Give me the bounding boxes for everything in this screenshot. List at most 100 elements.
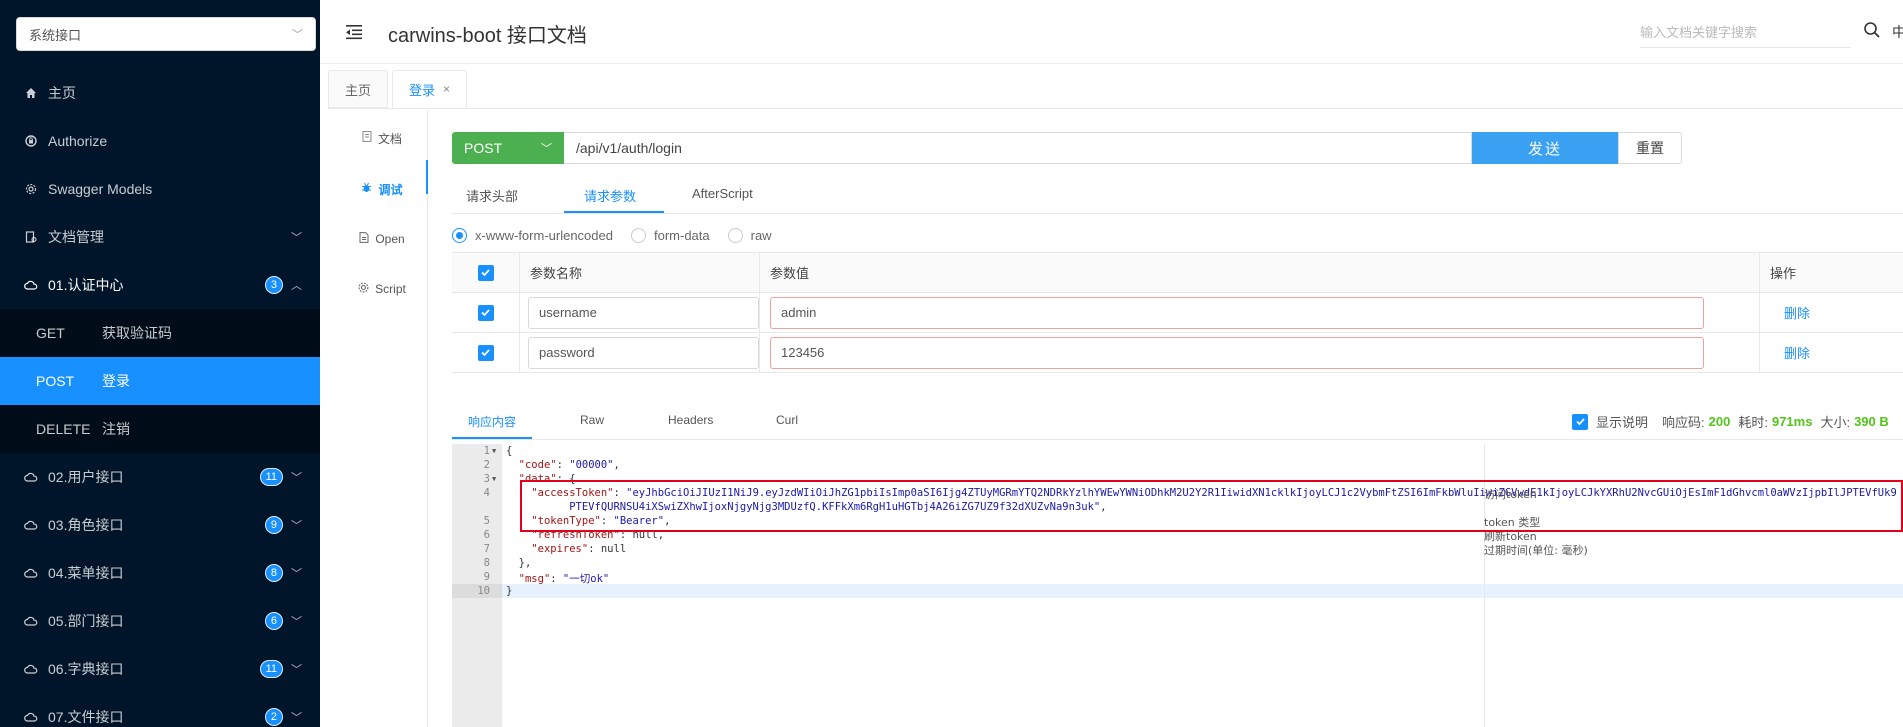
method-select[interactable]: POST ﹀ [452, 132, 564, 164]
sidebar-group-label: 03.角色接口 [48, 517, 124, 533]
sidebar-item-home[interactable]: 主页 [0, 69, 320, 117]
group-select[interactable]: 系统接口 ﹀ [16, 17, 316, 51]
file-icon [359, 232, 369, 246]
count-badge: 6 [264, 612, 283, 630]
vnav-active-indicator [426, 160, 428, 194]
row-checkbox[interactable] [477, 304, 494, 321]
param-value-input[interactable] [770, 336, 1704, 369]
doc-manage-icon [24, 230, 38, 244]
cloud-icon [24, 710, 38, 724]
menu-fold-icon[interactable] [344, 22, 364, 42]
radio-label: form-data [653, 227, 710, 243]
tab-response-curl[interactable]: Curl [776, 413, 798, 427]
vnav-label: Open [375, 232, 405, 246]
api-item-logout[interactable]: DELETE 注销 [0, 405, 320, 453]
sidebar-item-authorize[interactable]: Authorize [0, 117, 320, 165]
fold-toggle-icon[interactable]: ▼ [492, 475, 496, 483]
tab-home[interactable]: 主页 [328, 70, 389, 108]
close-icon[interactable]: × [443, 82, 450, 96]
radio-label: x-www-form-urlencoded [475, 227, 613, 243]
chevron-down-icon: ﹀ [291, 520, 302, 532]
api-method: DELETE [36, 421, 91, 437]
radio-urlencoded[interactable]: x-www-form-urlencoded [452, 227, 613, 243]
tab-request-headers[interactable]: 请求头部 [466, 186, 518, 205]
show-desc-checkbox[interactable] [1572, 413, 1588, 430]
count-badge: 8 [264, 564, 283, 582]
row-op-cell: 删除 [1760, 293, 1903, 332]
chevron-down-icon: ﹀ [291, 232, 302, 244]
delete-link[interactable]: 删除 [1784, 303, 1810, 322]
params-table: 参数名称 参数值 操作 删除 删除 [452, 252, 1903, 373]
count-badge: 11 [259, 468, 283, 486]
tab-login[interactable]: 登录 × [392, 70, 468, 108]
api-item-login[interactable]: POST 登录 [0, 357, 320, 405]
count-badge: 2 [264, 708, 283, 726]
radio-dot [452, 227, 467, 243]
reset-button[interactable]: 重置 [1618, 132, 1682, 164]
radio-raw[interactable]: raw [727, 227, 772, 243]
language-switch[interactable]: 中 [1892, 22, 1903, 42]
active-line-highlight [452, 584, 1903, 598]
code-text: }, [518, 557, 532, 569]
url-input[interactable] [564, 132, 1472, 164]
sidebar-submenu-wrapper: GET 获取验证码 POST 登录 DELETE 注销 [0, 309, 320, 453]
sidebar-group-depts[interactable]: 05.部门接口 6 ﹀ [0, 597, 320, 645]
response-tab-underline [452, 437, 532, 439]
radio-dot [630, 227, 646, 243]
search-icon[interactable] [1862, 20, 1882, 40]
tab-response-raw[interactable]: Raw [580, 413, 604, 427]
sidebar-item-label: Authorize [48, 133, 108, 149]
sidebar-item-label: Swagger Models [48, 181, 153, 197]
chevron-down-icon: ﹀ [291, 568, 302, 580]
radio-dot [727, 227, 743, 243]
fold-toggle-icon[interactable]: ▼ [492, 447, 496, 455]
vnav-label: Script [375, 282, 406, 296]
search-input[interactable] [1640, 18, 1850, 46]
send-button[interactable]: 发送 [1472, 132, 1618, 164]
sidebar-group-label: 01.认证中心 [48, 277, 124, 293]
sidebar-group-auth[interactable]: 01.认证中心 3 ︿ [0, 261, 320, 309]
params-header-row: 参数名称 参数值 操作 [452, 253, 1903, 293]
script-icon [358, 282, 369, 296]
method-value: POST [464, 140, 503, 156]
params-header-op: 操作 [1770, 266, 1797, 281]
code-text: { [506, 445, 513, 457]
line-number: 2 [483, 459, 490, 471]
tab-after-script[interactable]: AfterScript [692, 186, 753, 201]
sidebar-group-users[interactable]: 02.用户接口 11 ﹀ [0, 453, 320, 501]
sidebar-item-doc-manage[interactable]: 文档管理 ﹀ [0, 213, 320, 261]
row-value-cell [760, 293, 1760, 332]
sidebar-group-label: 02.用户接口 [48, 469, 124, 485]
sidebar-group-roles[interactable]: 03.角色接口 9 ﹀ [0, 501, 320, 549]
response-meta: 显示说明 响应码: 200 耗时: 971ms 大小: 390 B [1572, 412, 1897, 431]
vnav-item-script[interactable]: Script [336, 274, 428, 304]
sidebar-group-files[interactable]: 07.文件接口 2 ﹀ [0, 693, 320, 727]
response-code-label: 响应码: [1662, 415, 1705, 430]
param-value-input[interactable] [770, 296, 1704, 329]
vnav-item-doc[interactable]: 文档 [336, 123, 428, 153]
tab-label: 登录 [409, 82, 436, 98]
param-name-input[interactable] [528, 296, 759, 329]
cloud-icon [24, 278, 38, 292]
radio-label: raw [750, 227, 772, 243]
radio-form-data[interactable]: form-data [630, 227, 710, 243]
vnav-item-debug[interactable]: 调试 [336, 174, 428, 204]
api-item-get-captcha[interactable]: GET 获取验证码 [0, 309, 320, 357]
row-checkbox[interactable] [477, 344, 494, 361]
line-number: 8 [483, 557, 490, 569]
tab-response-headers[interactable]: Headers [668, 413, 713, 427]
debug-icon [361, 182, 372, 196]
tab-response-content[interactable]: 响应内容 [468, 413, 516, 430]
select-all-checkbox[interactable] [477, 264, 494, 281]
sidebar-group-dicts[interactable]: 06.字典接口 11 ﹀ [0, 645, 320, 693]
sidebar-item-swagger-models[interactable]: Swagger Models [0, 165, 320, 213]
vnav-item-open[interactable]: Open [336, 224, 428, 254]
chevron-down-icon: ﹀ [291, 616, 302, 628]
code-line: "expires": null [531, 543, 627, 555]
code-line: { [506, 445, 512, 457]
delete-link[interactable]: 删除 [1784, 343, 1810, 362]
param-name-input[interactable] [528, 336, 759, 369]
sidebar-group-menus[interactable]: 04.菜单接口 8 ﹀ [0, 549, 320, 597]
tab-request-params[interactable]: 请求参数 [584, 186, 636, 205]
response-size: 390 B [1854, 414, 1889, 429]
